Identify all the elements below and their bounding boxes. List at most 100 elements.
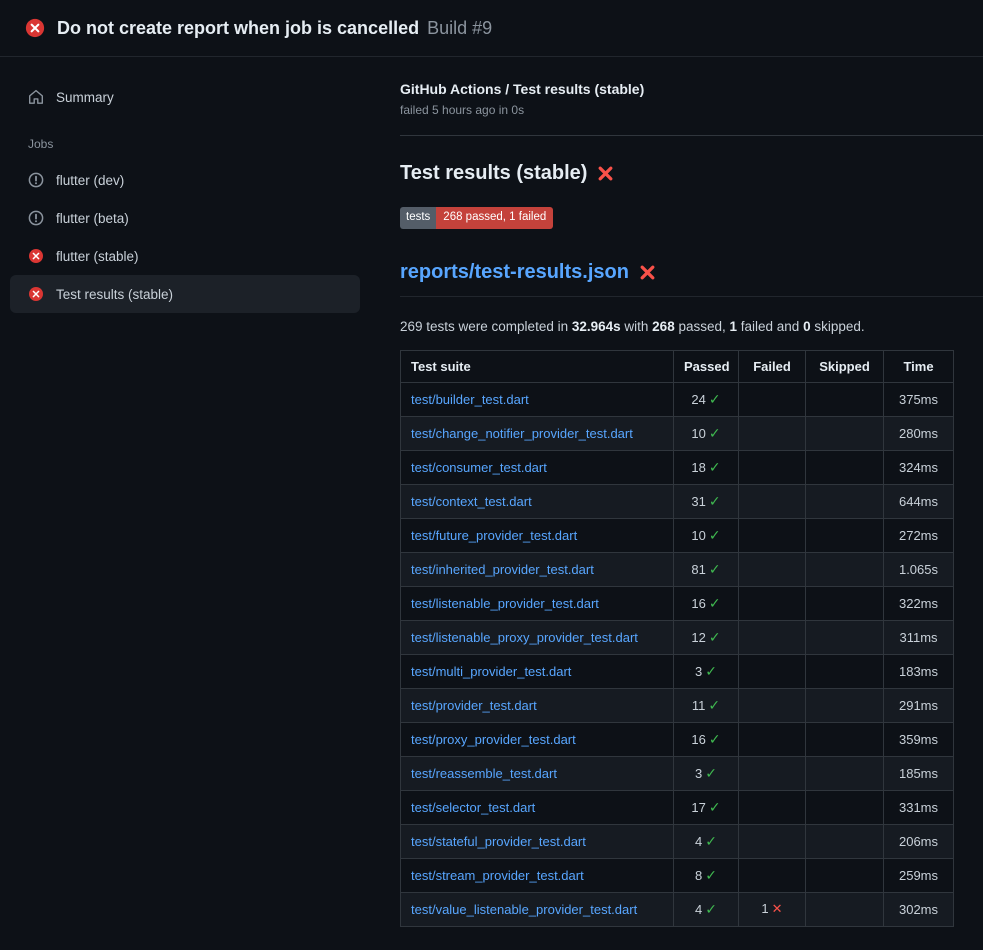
table-row: test/selector_test.dart 17✓ 331ms: [401, 790, 954, 824]
passed-cell: 16✓: [674, 586, 739, 620]
test-table-body: test/builder_test.dart 24✓ 375ms test/ch…: [401, 382, 954, 926]
test-suite-link[interactable]: test/builder_test.dart: [411, 392, 529, 407]
failed-cell: 1✕: [739, 892, 806, 926]
check-icon: ✓: [705, 901, 717, 917]
passed-cell: 16✓: [674, 722, 739, 756]
skipped-cell: [806, 790, 884, 824]
check-icon: ✓: [709, 799, 721, 815]
passed-cell: 18✓: [674, 450, 739, 484]
test-suite-link[interactable]: test/listenable_proxy_provider_test.dart: [411, 630, 638, 645]
check-icon: ✓: [705, 663, 717, 679]
skipped-cell: [806, 858, 884, 892]
cross-icon: ✕: [772, 901, 783, 916]
check-icon: ✓: [709, 425, 721, 441]
skipped-cell: [806, 654, 884, 688]
sidebar-item-summary[interactable]: Summary: [10, 79, 360, 115]
skipped-cell: [806, 450, 884, 484]
time-cell: 359ms: [884, 722, 954, 756]
failed-cell: [739, 518, 806, 552]
failed-status-icon: [25, 18, 45, 38]
skipped-cell: [806, 620, 884, 654]
test-suite-link[interactable]: test/reassemble_test.dart: [411, 766, 557, 781]
time-cell: 259ms: [884, 858, 954, 892]
home-icon: [28, 89, 44, 105]
time-cell: 322ms: [884, 586, 954, 620]
check-icon: ✓: [709, 629, 721, 645]
passed-cell: 3✓: [674, 756, 739, 790]
table-row: test/multi_provider_test.dart 3✓ 183ms: [401, 654, 954, 688]
time-cell: 644ms: [884, 484, 954, 518]
test-suite-link[interactable]: test/stream_provider_test.dart: [411, 868, 584, 883]
skipped-cell: [806, 484, 884, 518]
check-icon: ✓: [709, 493, 721, 509]
test-suite-link[interactable]: test/change_notifier_provider_test.dart: [411, 426, 633, 441]
skipped-cell: [806, 892, 884, 926]
build-number: Build #9: [427, 18, 492, 39]
failed-x-icon: [597, 165, 614, 182]
skipped-cell: [806, 416, 884, 450]
table-row: test/context_test.dart 31✓ 644ms: [401, 484, 954, 518]
check-icon: ✓: [708, 697, 720, 713]
check-icon: ✓: [709, 595, 721, 611]
check-icon: ✓: [709, 459, 721, 475]
test-suite-link[interactable]: test/selector_test.dart: [411, 800, 535, 815]
passed-cell: 8✓: [674, 858, 739, 892]
passed-cell: 10✓: [674, 518, 739, 552]
failed-cell: [739, 654, 806, 688]
test-suite-link[interactable]: test/inherited_provider_test.dart: [411, 562, 594, 577]
sidebar-summary-label: Summary: [56, 90, 114, 105]
failed-cell: [739, 722, 806, 756]
failed-cell: [739, 586, 806, 620]
table-header-row: Test suite Passed Failed Skipped Time: [401, 350, 954, 382]
skipped-cell: [806, 824, 884, 858]
passed-cell: 24✓: [674, 382, 739, 416]
header-skipped: Skipped: [806, 350, 884, 382]
table-row: test/change_notifier_provider_test.dart …: [401, 416, 954, 450]
test-suite-link[interactable]: test/provider_test.dart: [411, 698, 537, 713]
sidebar-job-item[interactable]: flutter (dev): [10, 161, 360, 199]
job-label: Test results (stable): [56, 287, 173, 302]
test-suite-link[interactable]: test/context_test.dart: [411, 494, 532, 509]
report-file-link[interactable]: reports/test-results.json: [400, 261, 629, 284]
test-suite-link[interactable]: test/consumer_test.dart: [411, 460, 547, 475]
failed-cell: [739, 824, 806, 858]
table-row: test/listenable_provider_test.dart 16✓ 3…: [401, 586, 954, 620]
test-suite-link[interactable]: test/listenable_provider_test.dart: [411, 596, 599, 611]
header-time: Time: [884, 350, 954, 382]
badge-value: 268 passed, 1 failed: [436, 207, 553, 229]
test-suite-link[interactable]: test/stateful_provider_test.dart: [411, 834, 586, 849]
test-suite-link[interactable]: test/multi_provider_test.dart: [411, 664, 571, 679]
job-label: flutter (beta): [56, 211, 129, 226]
neutral-status-icon: [28, 210, 44, 226]
passed-cell: 17✓: [674, 790, 739, 824]
check-icon: ✓: [705, 765, 717, 781]
sidebar-job-item[interactable]: flutter (beta): [10, 199, 360, 237]
job-label: flutter (dev): [56, 173, 124, 188]
table-row: test/future_provider_test.dart 10✓ 272ms: [401, 518, 954, 552]
sidebar-job-item[interactable]: flutter (stable): [10, 237, 360, 275]
time-cell: 185ms: [884, 756, 954, 790]
sidebar-job-item[interactable]: Test results (stable): [10, 275, 360, 313]
job-label: flutter (stable): [56, 249, 139, 264]
passed-cell: 81✓: [674, 552, 739, 586]
test-suite-link[interactable]: test/future_provider_test.dart: [411, 528, 577, 543]
test-summary-sentence: 269 tests were completed in 32.964s with…: [400, 319, 983, 334]
time-cell: 302ms: [884, 892, 954, 926]
run-status-line: failed 5 hours ago in 0s: [400, 103, 983, 117]
jobs-heading: Jobs: [0, 115, 370, 161]
test-suite-link[interactable]: test/value_listenable_provider_test.dart: [411, 902, 637, 917]
failed-cell: [739, 688, 806, 722]
time-cell: 331ms: [884, 790, 954, 824]
passed-cell: 4✓: [674, 892, 739, 926]
failed-cell: [739, 620, 806, 654]
check-icon: ✓: [709, 731, 721, 747]
test-suite-link[interactable]: test/proxy_provider_test.dart: [411, 732, 576, 747]
time-cell: 183ms: [884, 654, 954, 688]
check-icon: ✓: [709, 527, 721, 543]
skipped-cell: [806, 688, 884, 722]
time-cell: 206ms: [884, 824, 954, 858]
header-passed: Passed: [674, 350, 739, 382]
table-row: test/consumer_test.dart 18✓ 324ms: [401, 450, 954, 484]
failed-status-icon: [28, 286, 44, 302]
passed-cell: 31✓: [674, 484, 739, 518]
